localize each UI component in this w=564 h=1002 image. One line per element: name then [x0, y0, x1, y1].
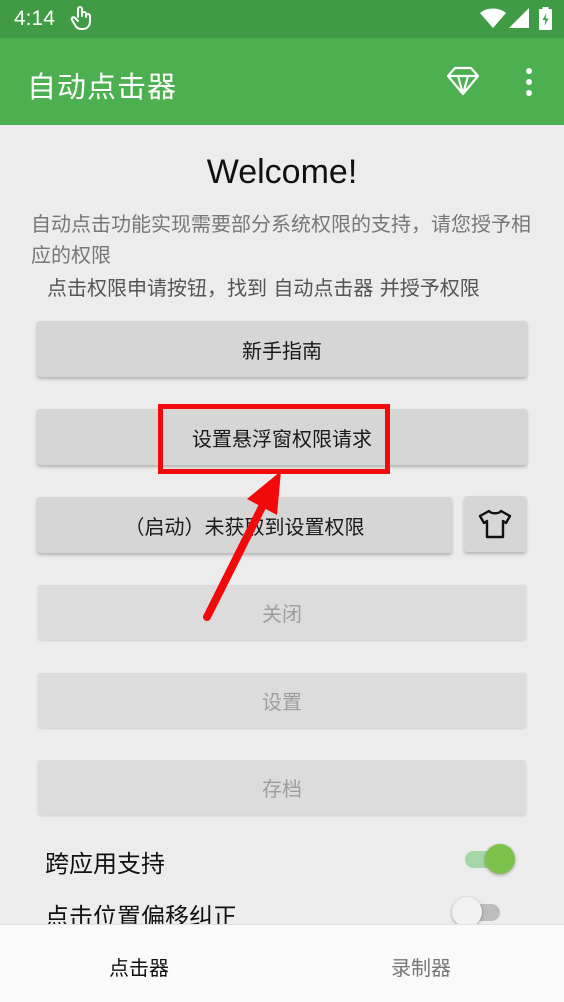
signal-icon [509, 8, 529, 28]
settings-button[interactable]: 设置 [38, 673, 526, 728]
status-time: 4:14 [14, 7, 55, 30]
touch-icon [70, 6, 91, 30]
welcome-heading: Welcome! [206, 153, 358, 191]
highlight-box [158, 404, 390, 474]
guide-button[interactable]: 新手指南 [37, 321, 527, 377]
theme-button[interactable] [464, 496, 526, 552]
cross-app-support-label: 跨应用支持 [45, 850, 165, 878]
permission-description: 自动点击功能实现需要部分系统权限的支持，请您授予相应的权限 [31, 212, 531, 267]
permission-instruction: 点击权限申请按钮，找到 自动点击器 并授予权限 [47, 276, 480, 300]
battery-icon [539, 7, 552, 30]
cross-app-support-toggle[interactable] [463, 842, 515, 876]
nav-tab-clicker[interactable]: 点击器 [109, 952, 169, 981]
wifi-icon [480, 8, 506, 28]
main-content: Welcome! 自动点击功能实现需要部分系统权限的支持，请您授予相应的权限 点… [0, 125, 564, 931]
pointer-arrow [203, 471, 281, 621]
app-title: 自动点击器 [27, 70, 178, 104]
toggle-thumb [485, 844, 515, 874]
toggle-thumb [452, 897, 482, 927]
nav-tab-recorder[interactable]: 录制器 [391, 952, 451, 981]
app-bar: 自动点击器 [0, 38, 564, 125]
bottom-navigation: 点击器 录制器 [0, 924, 564, 1002]
gem-icon[interactable] [446, 66, 480, 96]
more-vert-icon[interactable] [519, 66, 539, 98]
status-bar: 4:14 [0, 0, 564, 38]
archive-button[interactable]: 存档 [38, 760, 526, 815]
shirt-icon [478, 509, 512, 539]
